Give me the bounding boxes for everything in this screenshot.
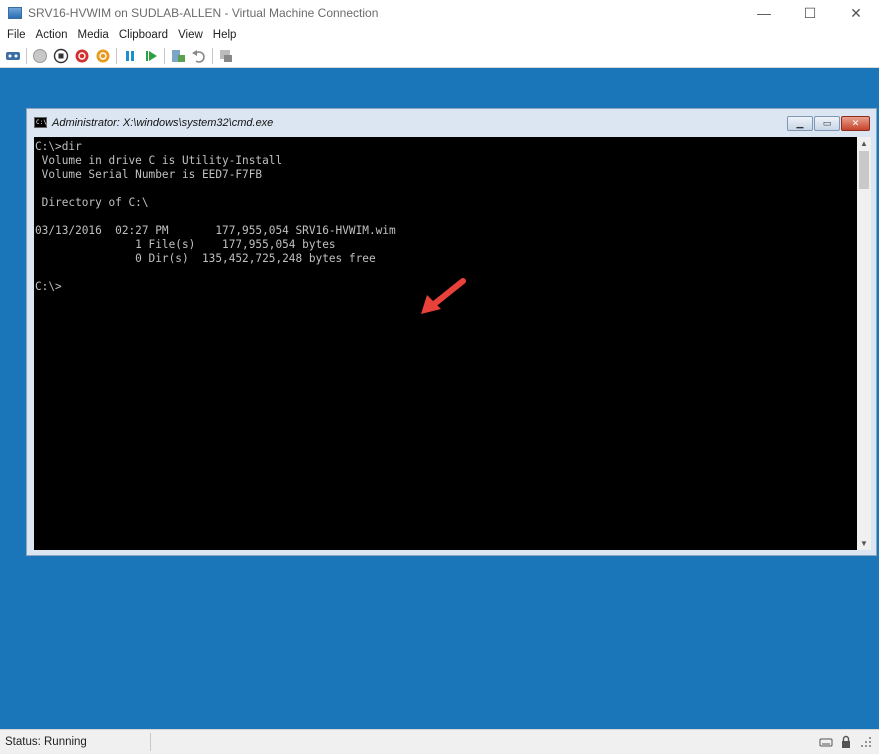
cmd-maximize-button[interactable]: ▭ (814, 116, 840, 131)
console-output[interactable]: C:\>dir Volume in drive C is Utility-Ins… (34, 137, 857, 550)
toolbar-separator (164, 47, 165, 64)
maximize-button[interactable]: ☐ (787, 0, 833, 26)
console-line: 0 Dir(s) 135,452,725,248 bytes free (35, 252, 376, 265)
scroll-down-button[interactable]: ▼ (857, 537, 871, 550)
turn-off-icon[interactable] (53, 48, 69, 64)
console-line: Directory of C:\ (35, 196, 149, 209)
vm-connection-app-icon (8, 7, 22, 19)
console-line: 1 File(s) 177,955,054 bytes (35, 238, 336, 251)
console-line: C:\> (35, 280, 62, 293)
save-icon[interactable] (95, 48, 111, 64)
menu-action[interactable]: Action (36, 29, 68, 41)
cmd-window[interactable]: C:\ Administrator: X:\windows\system32\c… (26, 108, 877, 556)
vm-window-titlebar: SRV16-HVWIM on SUDLAB-ALLEN - Virtual Ma… (0, 0, 879, 26)
keyboard-icon (819, 735, 833, 749)
cmd-app-icon: C:\ (34, 117, 47, 128)
cmd-minimize-button[interactable]: ▁ (787, 116, 813, 131)
menu-file[interactable]: File (7, 29, 26, 41)
scroll-up-button[interactable]: ▲ (857, 137, 871, 150)
status-text: Status: Running (5, 736, 87, 748)
revert-icon[interactable] (191, 48, 207, 64)
start-icon[interactable] (32, 48, 48, 64)
minimize-button[interactable]: — (741, 0, 787, 26)
shut-down-icon[interactable] (74, 48, 90, 64)
window-title: SRV16-HVWIM on SUDLAB-ALLEN - Virtual Ma… (28, 6, 379, 20)
red-arrow-annotation-icon (421, 278, 466, 314)
console-line: Volume Serial Number is EED7-F7FB (35, 168, 263, 181)
menu-clipboard[interactable]: Clipboard (119, 29, 168, 41)
toolbar-separator (212, 47, 213, 64)
cmd-close-button[interactable]: ✕ (841, 116, 870, 131)
console-line: C:\>dir (35, 140, 82, 153)
ctrl-alt-del-icon[interactable] (5, 48, 21, 64)
toolbar-separator (116, 47, 117, 64)
toolbar-separator (26, 47, 27, 64)
menu-help[interactable]: Help (213, 29, 237, 41)
console-scrollbar[interactable]: ▲ ▼ (857, 137, 871, 550)
menu-media[interactable]: Media (78, 29, 109, 41)
status-bar: Status: Running (0, 729, 879, 754)
console-line: 03/13/2016 02:27 PM 177,955,054 SRV16-HV… (35, 224, 396, 237)
cmd-titlebar[interactable]: C:\ Administrator: X:\windows\system32\c… (27, 109, 876, 136)
status-divider (150, 733, 151, 751)
scroll-thumb[interactable] (859, 151, 869, 189)
toolbar (0, 44, 879, 68)
menu-bar: File Action Media Clipboard View Help (0, 26, 879, 44)
close-button[interactable]: ✕ (833, 0, 879, 26)
resize-grip-icon[interactable] (859, 735, 873, 749)
menu-view[interactable]: View (178, 29, 203, 41)
reset-icon[interactable] (143, 48, 159, 64)
vm-desktop[interactable]: C:\ Administrator: X:\windows\system32\c… (0, 68, 879, 729)
checkpoint-icon[interactable] (170, 48, 186, 64)
enhanced-session-icon[interactable] (218, 48, 234, 64)
lock-icon (839, 735, 853, 749)
pause-icon[interactable] (122, 48, 138, 64)
cmd-window-title: Administrator: X:\windows\system32\cmd.e… (52, 116, 274, 129)
console-line: Volume in drive C is Utility-Install (35, 154, 283, 167)
